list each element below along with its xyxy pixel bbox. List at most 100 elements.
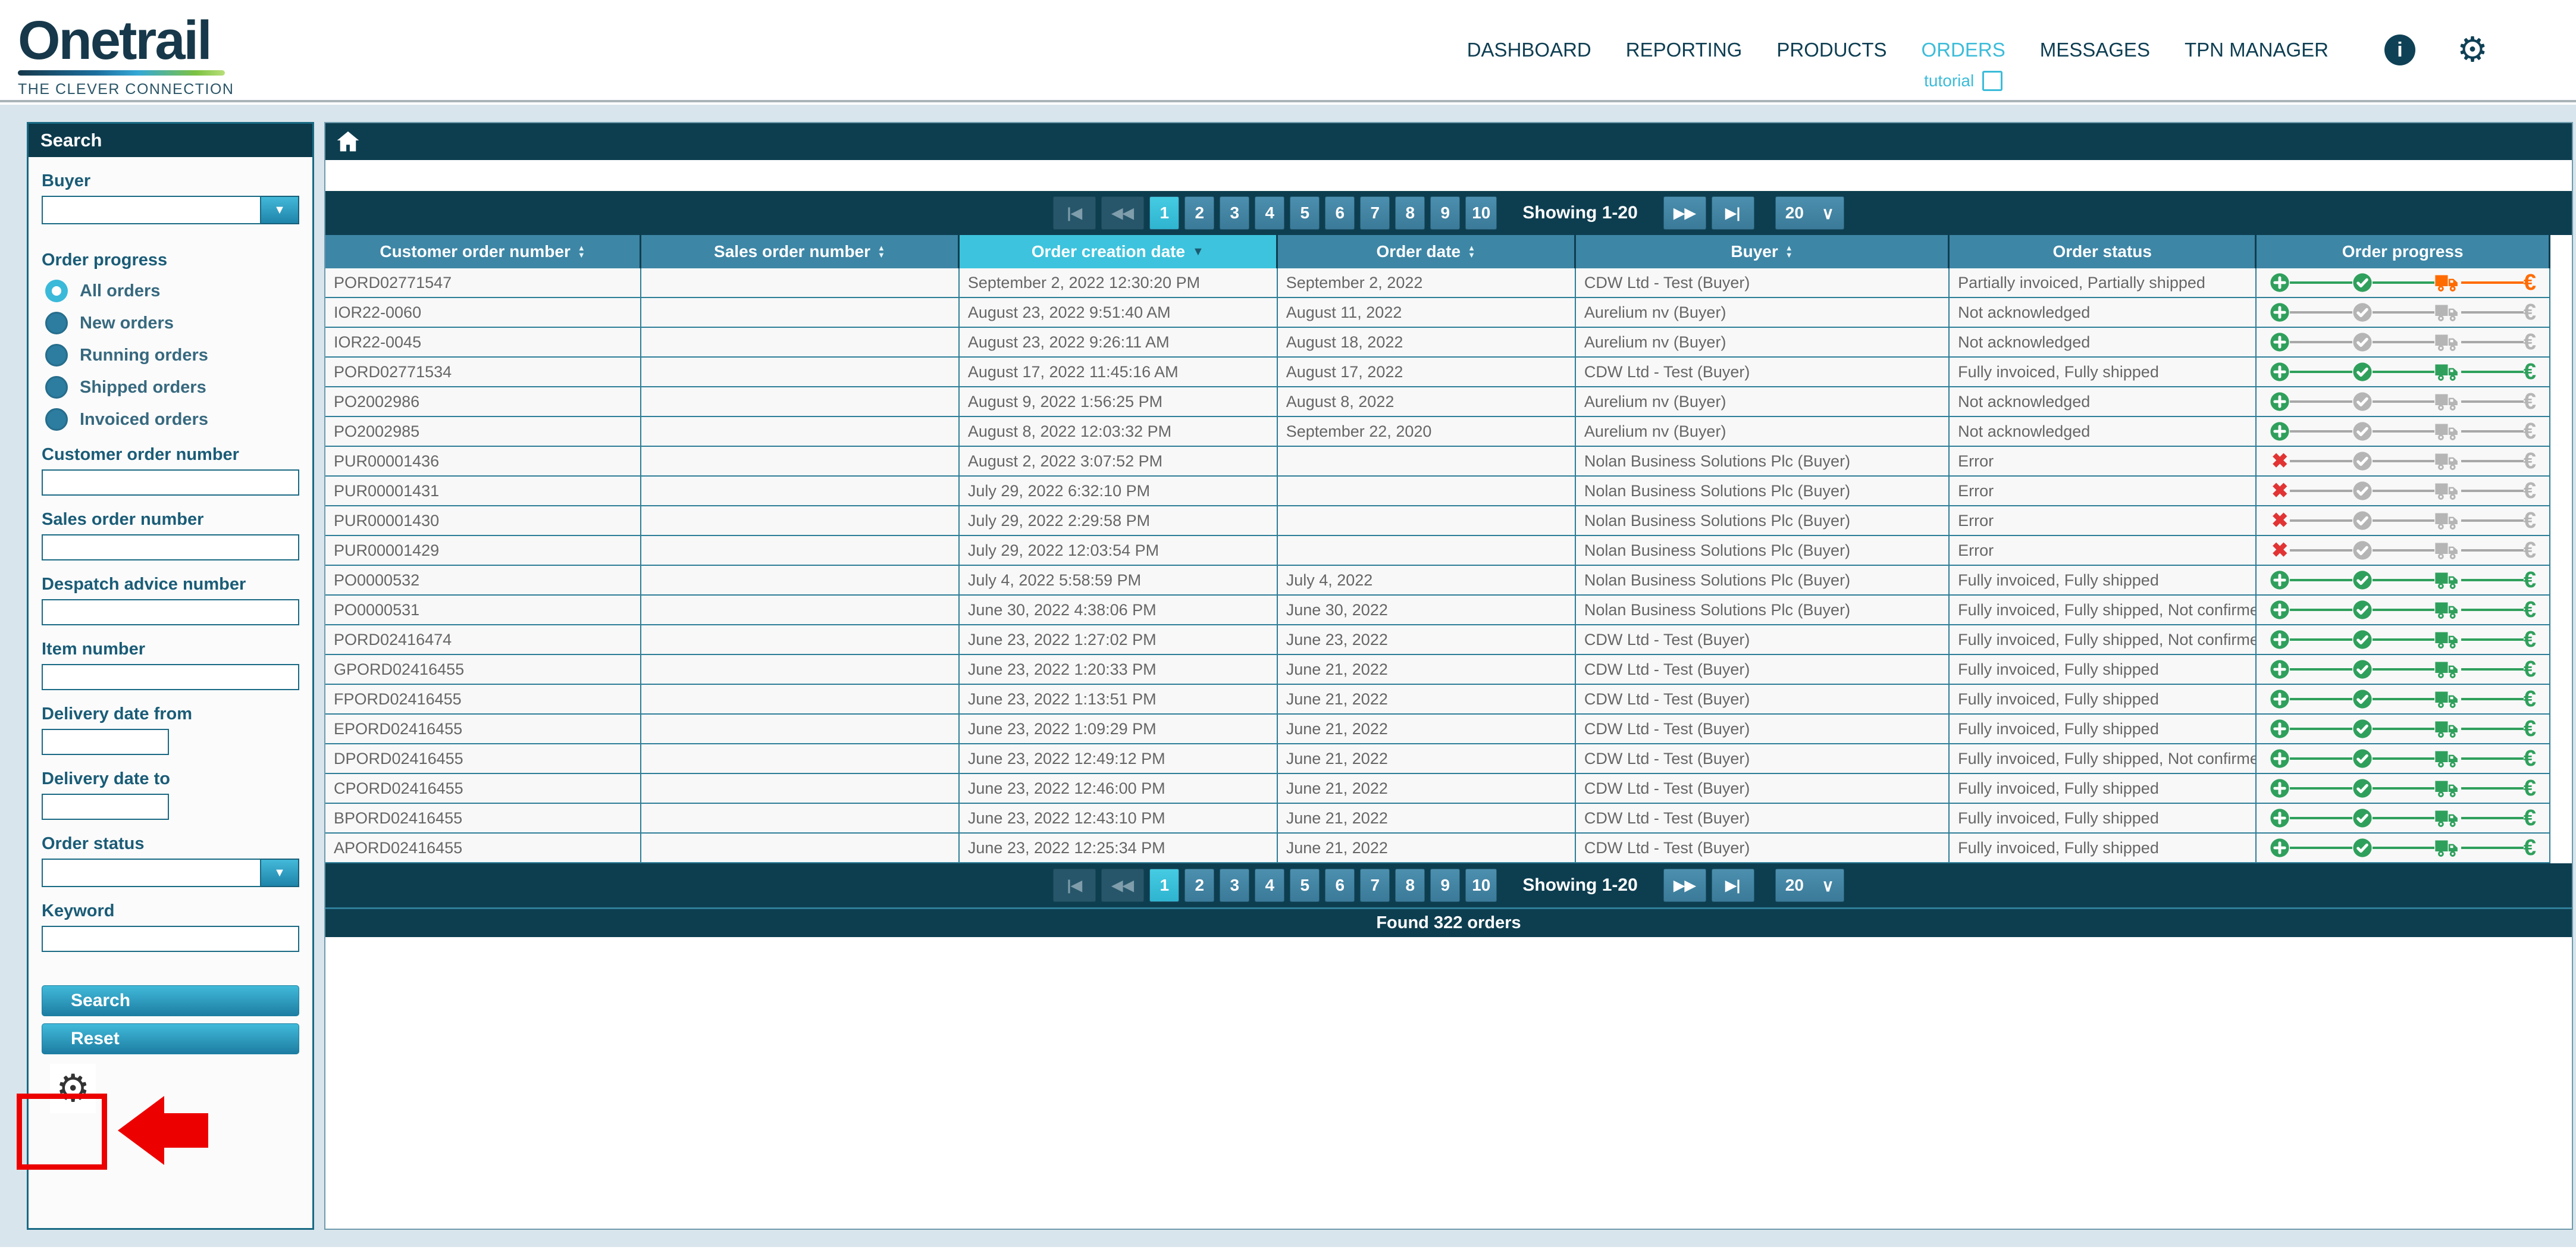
page-button-2[interactable]: 2 xyxy=(1184,869,1214,902)
column-header-order-date[interactable]: Order date▲▼ xyxy=(1278,235,1576,268)
tutorial-checkbox[interactable] xyxy=(1982,71,2002,91)
sales-order-number-input[interactable] xyxy=(42,534,299,560)
table-row[interactable]: BPORD02416455June 23, 2022 12:43:10 PMJu… xyxy=(325,804,2550,834)
search-button[interactable]: Search xyxy=(42,985,299,1016)
page-button-4[interactable]: 4 xyxy=(1255,196,1284,230)
column-header-sales-order-number[interactable]: Sales order number▲▼ xyxy=(641,235,960,268)
page-button-1[interactable]: 1 xyxy=(1149,196,1179,230)
radio-option-new-orders[interactable]: New orders xyxy=(45,312,299,334)
table-row[interactable]: PORD02771534August 17, 2022 11:45:16 AMA… xyxy=(325,358,2550,387)
prev-page-button[interactable]: ◀◀ xyxy=(1101,869,1144,902)
radio-button[interactable] xyxy=(45,280,68,302)
radio-button[interactable] xyxy=(45,408,68,431)
page-button-4[interactable]: 4 xyxy=(1255,869,1284,902)
table-row[interactable]: APORD02416455June 23, 2022 12:25:34 PMJu… xyxy=(325,834,2550,863)
cell-customer-order-number: PUR00001436 xyxy=(325,447,641,475)
info-icon[interactable]: i xyxy=(2384,35,2415,65)
buyer-dropdown-button[interactable]: ▼ xyxy=(261,196,299,224)
table-row[interactable]: PO0000532July 4, 2022 5:58:59 PMJuly 4, … xyxy=(325,566,2550,596)
page-size-select[interactable]: 20∨ xyxy=(1775,196,1844,230)
order-status-dropdown-button[interactable]: ▼ xyxy=(261,859,299,887)
table-row[interactable]: PO0000531June 30, 2022 4:38:06 PMJune 30… xyxy=(325,596,2550,625)
page-button-7[interactable]: 7 xyxy=(1360,196,1390,230)
table-row[interactable]: IOR22-0060August 23, 2022 9:51:40 AMAugu… xyxy=(325,298,2550,328)
keyword-input[interactable] xyxy=(42,926,299,952)
despatch-advice-number-input[interactable] xyxy=(42,599,299,625)
order-status-input[interactable] xyxy=(42,859,261,887)
page-button-10[interactable]: 10 xyxy=(1465,869,1497,902)
page-button-3[interactable]: 3 xyxy=(1220,196,1249,230)
table-row[interactable]: PUR00001431July 29, 2022 6:32:10 PMNolan… xyxy=(325,477,2550,506)
table-row[interactable]: PUR00001436August 2, 2022 3:07:52 PMNola… xyxy=(325,447,2550,477)
column-header-buyer[interactable]: Buyer▲▼ xyxy=(1576,235,1950,268)
last-page-button[interactable]: ▶| xyxy=(1712,869,1754,902)
page-button-5[interactable]: 5 xyxy=(1290,196,1320,230)
page-button-5[interactable]: 5 xyxy=(1290,869,1320,902)
annotation-arrow-icon xyxy=(118,1096,208,1165)
pagination-top: |◀◀◀12345678910Showing 1-20▶▶▶|20∨ xyxy=(325,191,2572,235)
progress-connector-line xyxy=(2461,430,2524,433)
radio-button[interactable] xyxy=(45,344,68,367)
buyer-input[interactable] xyxy=(42,196,261,224)
table-row[interactable]: PORD02771547September 2, 2022 12:30:20 P… xyxy=(325,268,2550,298)
table-row[interactable]: GPORD02416455June 23, 2022 1:20:33 PMJun… xyxy=(325,655,2550,685)
nav-item-orders[interactable]: ORDERStutorial xyxy=(1922,39,2005,61)
progress-invoiced-euro-icon: € xyxy=(2524,778,2536,798)
page-button-1[interactable]: 1 xyxy=(1149,869,1179,902)
delivery-date-from-label: Delivery date from xyxy=(42,704,299,724)
next-page-button[interactable]: ▶▶ xyxy=(1663,196,1706,230)
table-row[interactable]: FPORD02416455June 23, 2022 1:13:51 PMJun… xyxy=(325,685,2550,715)
prev-page-button[interactable]: ◀◀ xyxy=(1101,196,1144,230)
table-row[interactable]: PUR00001430July 29, 2022 2:29:58 PMNolan… xyxy=(325,506,2550,536)
last-page-button[interactable]: ▶| xyxy=(1712,196,1754,230)
column-header-order-creation-date[interactable]: Order creation date▼ xyxy=(960,235,1278,268)
page-button-3[interactable]: 3 xyxy=(1220,869,1249,902)
delivery-date-from-input[interactable] xyxy=(42,729,169,755)
nav-item-dashboard[interactable]: DASHBOARD xyxy=(1467,39,1591,61)
table-row[interactable]: CPORD02416455June 23, 2022 12:46:00 PMJu… xyxy=(325,774,2550,804)
page-button-9[interactable]: 9 xyxy=(1430,196,1460,230)
item-number-input[interactable] xyxy=(42,664,299,690)
progress-stage xyxy=(2352,510,2373,531)
next-page-button[interactable]: ▶▶ xyxy=(1663,869,1706,902)
page-button-8[interactable]: 8 xyxy=(1395,869,1425,902)
column-header-customer-order-number[interactable]: Customer order number▲▼ xyxy=(325,235,641,268)
page-button-2[interactable]: 2 xyxy=(1184,196,1214,230)
table-row[interactable]: PO2002986August 9, 2022 1:56:25 PMAugust… xyxy=(325,387,2550,417)
nav-item-reporting[interactable]: REPORTING xyxy=(1626,39,1743,61)
page-button-6[interactable]: 6 xyxy=(1325,196,1355,230)
table-row[interactable]: PUR00001429July 29, 2022 12:03:54 PMNola… xyxy=(325,536,2550,566)
home-icon[interactable] xyxy=(336,131,360,152)
delivery-date-to-input[interactable] xyxy=(42,794,169,820)
page-button-9[interactable]: 9 xyxy=(1430,869,1460,902)
table-row[interactable]: IOR22-0045August 23, 2022 9:26:11 AMAugu… xyxy=(325,328,2550,358)
first-page-button[interactable]: |◀ xyxy=(1053,196,1096,230)
settings-gear-icon[interactable]: ⚙ xyxy=(2457,35,2488,65)
page-size-select[interactable]: 20∨ xyxy=(1775,869,1844,902)
page-button-10[interactable]: 10 xyxy=(1465,196,1497,230)
radio-option-shipped-orders[interactable]: Shipped orders xyxy=(45,376,299,399)
first-page-button[interactable]: |◀ xyxy=(1053,869,1096,902)
nav-item-tpn-manager[interactable]: TPN MANAGER xyxy=(2185,39,2329,61)
table-row[interactable]: DPORD02416455June 23, 2022 12:49:12 PMJu… xyxy=(325,744,2550,774)
reset-button[interactable]: Reset xyxy=(42,1023,299,1054)
nav-item-messages[interactable]: MESSAGES xyxy=(2040,39,2150,61)
page-button-6[interactable]: 6 xyxy=(1325,869,1355,902)
table-row[interactable]: PORD02416474June 23, 2022 1:27:02 PMJune… xyxy=(325,625,2550,655)
progress-acknowledged-icon xyxy=(2352,510,2373,531)
table-row[interactable]: EPORD02416455June 23, 2022 1:09:29 PMJun… xyxy=(325,715,2550,744)
radio-option-invoiced-orders[interactable]: Invoiced orders xyxy=(45,408,299,431)
cell-order-date xyxy=(1278,536,1576,565)
page-button-7[interactable]: 7 xyxy=(1360,869,1390,902)
progress-connector-line xyxy=(2461,728,2524,730)
customer-order-number-input[interactable] xyxy=(42,469,299,496)
cell-order-progress: € xyxy=(2257,744,2550,773)
radio-button[interactable] xyxy=(45,312,68,334)
radio-option-all-orders[interactable]: All orders xyxy=(45,280,299,302)
page-button-8[interactable]: 8 xyxy=(1395,196,1425,230)
table-row[interactable]: PO2002985August 8, 2022 12:03:32 PMSepte… xyxy=(325,417,2550,447)
cell-sales-order-number xyxy=(641,834,960,862)
radio-option-running-orders[interactable]: Running orders xyxy=(45,344,299,367)
nav-item-products[interactable]: PRODUCTS xyxy=(1776,39,1886,61)
radio-button[interactable] xyxy=(45,376,68,399)
